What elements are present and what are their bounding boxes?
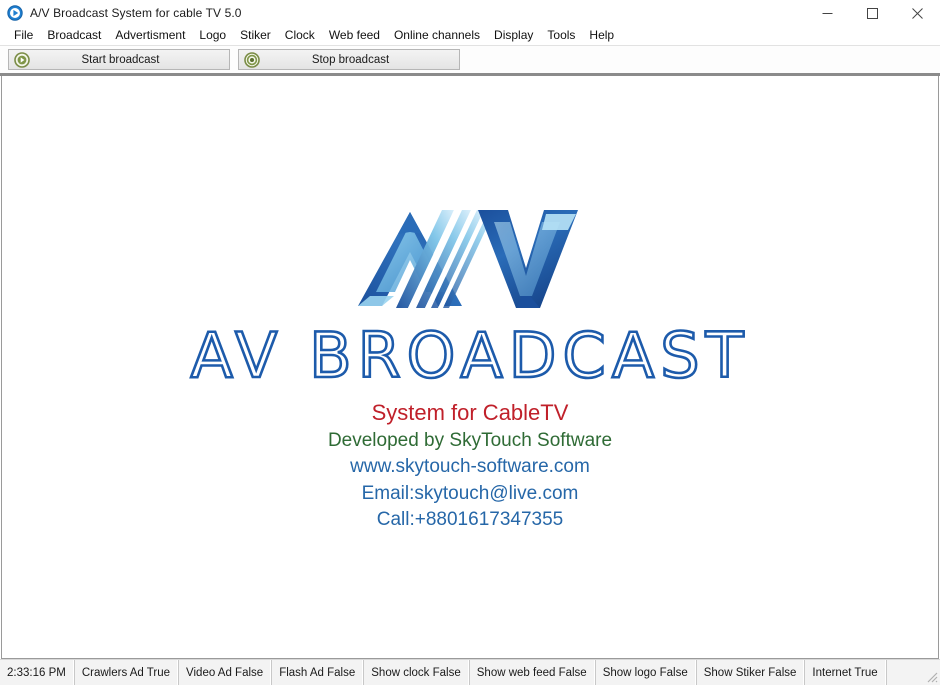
status-panel-internet: Internet True bbox=[804, 660, 886, 685]
stop-broadcast-button[interactable]: Stop broadcast bbox=[238, 49, 460, 70]
stop-circle-green-icon bbox=[244, 51, 260, 68]
window-title: A/V Broadcast System for cable TV 5.0 bbox=[30, 6, 242, 20]
status-panel-video-ad: Video Ad False bbox=[178, 660, 272, 685]
call-line: Call:+8801617347355 bbox=[376, 509, 564, 531]
av-logo-mark bbox=[358, 210, 578, 308]
system-line: System for CableTV bbox=[371, 400, 569, 425]
wordmark-text: AV BROADCAST bbox=[191, 320, 750, 392]
developer-line: Developed by SkyTouch Software bbox=[327, 429, 613, 451]
title-bar: A/V Broadcast System for cable TV 5.0 bbox=[0, 0, 940, 26]
menu-item-clock[interactable]: Clock bbox=[278, 26, 322, 45]
start-broadcast-button[interactable]: Start broadcast bbox=[8, 49, 230, 70]
status-panel-show-stiker: Show Stiker False bbox=[695, 660, 805, 685]
menu-bar: File Broadcast Advertisment Logo Stiker … bbox=[0, 26, 940, 46]
email-line: Email:skytouch@live.com bbox=[361, 482, 579, 504]
menu-item-help[interactable]: Help bbox=[582, 26, 621, 45]
status-panel-flash-ad: Flash Ad False bbox=[271, 660, 364, 685]
broadcast-preview-canvas[interactable]: AV BROADCAST System for CableTV Develope… bbox=[1, 76, 939, 659]
website-line: www.skytouch-software.com bbox=[350, 456, 590, 478]
status-panel-crawlers-ad: Crawlers Ad True bbox=[73, 660, 179, 685]
maximize-button[interactable] bbox=[850, 0, 895, 26]
menu-item-display[interactable]: Display bbox=[487, 26, 540, 45]
start-broadcast-label: Start broadcast bbox=[81, 53, 160, 66]
menu-item-online-channels[interactable]: Online channels bbox=[387, 26, 487, 45]
splash-screen: AV BROADCAST System for CableTV Develope… bbox=[2, 204, 938, 532]
window-controls bbox=[805, 0, 940, 26]
menu-item-web-feed[interactable]: Web feed bbox=[322, 26, 387, 45]
play-circle-icon bbox=[7, 5, 23, 21]
menu-item-tools[interactable]: Tools bbox=[540, 26, 582, 45]
close-button[interactable] bbox=[895, 0, 940, 26]
minimize-button[interactable] bbox=[805, 0, 850, 26]
status-bar: 2:33:16 PM Crawlers Ad True Video Ad Fal… bbox=[0, 659, 940, 685]
stop-broadcast-label: Stop broadcast bbox=[311, 53, 390, 66]
application-window: A/V Broadcast System for cable TV 5.0 Fi… bbox=[0, 0, 940, 685]
status-panel-show-logo: Show logo False bbox=[594, 660, 696, 685]
status-panel-show-web-feed: Show web feed False bbox=[468, 660, 595, 685]
menu-item-broadcast[interactable]: Broadcast bbox=[40, 26, 108, 45]
play-circle-green-icon bbox=[14, 51, 30, 68]
av-broadcast-wordmark: AV BROADCAST bbox=[189, 320, 750, 393]
tagline-block: System for CableTV Developed by SkyTouch… bbox=[328, 400, 612, 532]
status-panel-show-clock: Show clock False bbox=[363, 660, 469, 685]
menu-item-file[interactable]: File bbox=[7, 26, 40, 45]
menu-item-advertisment[interactable]: Advertisment bbox=[108, 26, 192, 45]
menu-item-stiker[interactable]: Stiker bbox=[233, 26, 278, 45]
status-panel-clock: 2:33:16 PM bbox=[0, 660, 74, 685]
menu-item-logo[interactable]: Logo bbox=[192, 26, 233, 45]
toolbar: Start broadcast Stop broadcast bbox=[0, 46, 940, 76]
resize-grip-icon[interactable] bbox=[924, 669, 938, 683]
